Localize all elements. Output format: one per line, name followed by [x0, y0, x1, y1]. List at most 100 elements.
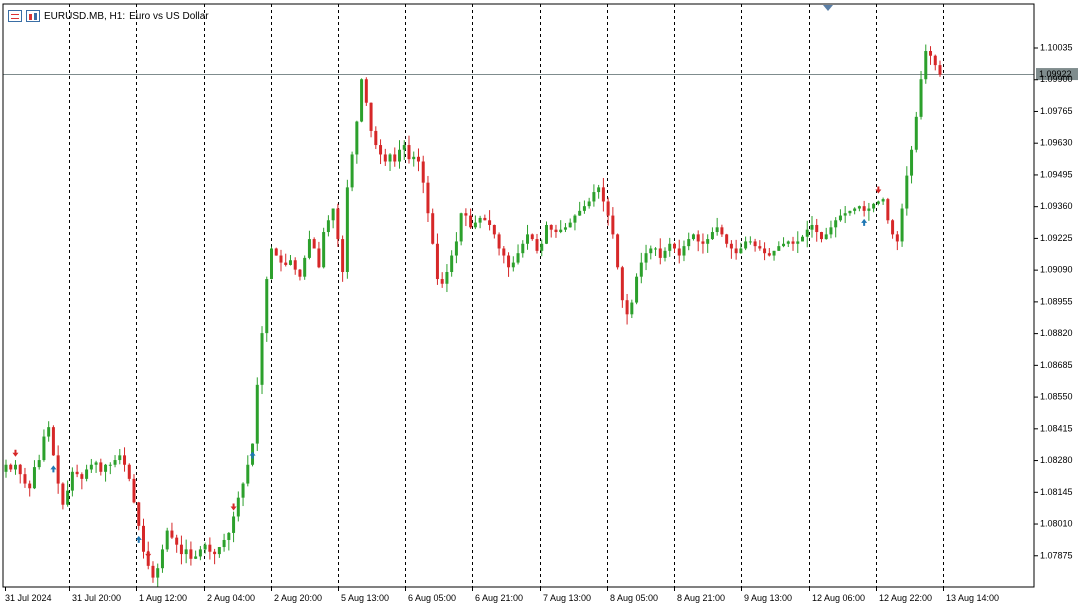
candle-bull [165, 530, 169, 550]
candle-bear [284, 262, 288, 265]
chart-type-icon[interactable] [26, 10, 40, 22]
candle-bear [170, 530, 174, 538]
candle-bear [862, 206, 866, 211]
candle-bear [127, 464, 131, 479]
candle-bear [279, 255, 283, 263]
candle-bull [108, 464, 112, 466]
candle-bear [80, 474, 84, 479]
candle-bull [563, 227, 567, 230]
candle-bear [9, 464, 13, 470]
candle-bull [516, 253, 520, 263]
candle-bear [421, 161, 425, 183]
candle-bear [312, 239, 316, 249]
candle-bear [407, 145, 411, 160]
candle-bull [919, 79, 923, 117]
candle-bear [620, 267, 624, 301]
candle-bull [649, 248, 653, 254]
candle-bull [227, 532, 231, 540]
candle-bear [696, 234, 700, 242]
candle-bull [194, 556, 198, 559]
candle-bull [710, 232, 714, 240]
candle-bear [464, 213, 468, 216]
candle-bull [402, 145, 406, 150]
candle-bear [132, 478, 136, 503]
candle-bull [682, 246, 686, 256]
candle-bull [241, 483, 245, 498]
candle-bull [881, 199, 885, 202]
candle-bear [213, 551, 217, 555]
candle-bear [933, 55, 937, 66]
candle-bear [137, 502, 141, 526]
price-axis-label: 1.09630 [1040, 138, 1073, 148]
candle-bear [891, 220, 895, 235]
candle-bear [483, 217, 487, 221]
price-axis-label: 1.08955 [1040, 296, 1073, 306]
candle-bear [677, 248, 681, 256]
time-axis-label: 8 Aug 21:00 [677, 593, 725, 603]
candle-bull [838, 215, 842, 221]
candle-bear [611, 215, 615, 235]
candle-bull [236, 497, 240, 517]
candle-bear [535, 239, 539, 251]
buy-arrow-icon [50, 465, 57, 473]
candle-bull [37, 460, 41, 468]
price-chart[interactable]: 1.09922 31 Jul 2024 31 Jul 20:00 1 Aug 12:… [0, 0, 1088, 609]
candle-bull [635, 276, 639, 303]
candle-bear [374, 130, 378, 146]
price-axis-label: 1.08685 [1040, 360, 1073, 370]
plot-frame [2, 3, 1035, 588]
candle-bull [203, 544, 207, 550]
candle-bull [597, 187, 601, 193]
candle-bull [526, 234, 530, 244]
candle-bull [748, 241, 752, 243]
candle-bear [725, 234, 729, 244]
candle-bull [113, 460, 117, 465]
sell-arrow-icon [12, 449, 19, 457]
time-axis-label: 31 Jul 2024 [5, 593, 52, 603]
time-axis-label: 6 Aug 21:00 [475, 593, 523, 603]
candle-bull [265, 279, 269, 334]
candle-bull [644, 253, 648, 263]
candle-bull [592, 192, 596, 202]
chart-header: EURUSD.MB, H1: Euro vs US Dollar [8, 8, 209, 24]
candle-bull [824, 234, 828, 240]
candle-bull [118, 455, 122, 461]
candle-bull [331, 208, 335, 221]
candle-bull [156, 568, 160, 578]
time-axis-label: 9 Aug 13:00 [744, 593, 792, 603]
price-axis-label: 1.09900 [1040, 74, 1073, 84]
candle-bull [217, 547, 221, 555]
candle-bull [654, 248, 658, 250]
time-axis-label: 2 Aug 04:00 [207, 593, 255, 603]
candle-bull [322, 232, 326, 268]
candle-bull [786, 241, 790, 244]
candle-bull [810, 224, 814, 230]
candle-bull [89, 464, 93, 470]
candle-bear [379, 145, 383, 155]
candle-bear [317, 248, 321, 268]
symbol-info: EURUSD.MB, H1: [44, 10, 126, 22]
candle-bear [440, 279, 444, 284]
candle-bull [900, 208, 904, 242]
candle-bull [706, 239, 710, 244]
order-list-icon[interactable] [8, 10, 22, 22]
candle-bull [478, 217, 482, 223]
candle-bear [179, 544, 183, 555]
candle-bull [511, 262, 515, 268]
candle-bull [663, 250, 667, 258]
candle-bull [94, 462, 98, 465]
chart-shift-marker-icon [823, 5, 833, 11]
candle-bull [85, 469, 89, 479]
candle-bull [398, 149, 402, 162]
candle-bull [744, 241, 748, 249]
candle-bull [801, 236, 805, 242]
candle-bear [383, 154, 387, 162]
candle-bear [530, 234, 534, 240]
candle-bull [848, 210, 852, 214]
price-axis-label: 1.08145 [1040, 487, 1073, 497]
chart-window[interactable]: 1.09922 31 Jul 2024 31 Jul 20:00 1 Aug 12:… [0, 0, 1088, 609]
candle-bear [369, 102, 373, 131]
candle-bull [303, 257, 307, 277]
candle-bear [729, 243, 733, 249]
candle-bear [938, 65, 942, 75]
